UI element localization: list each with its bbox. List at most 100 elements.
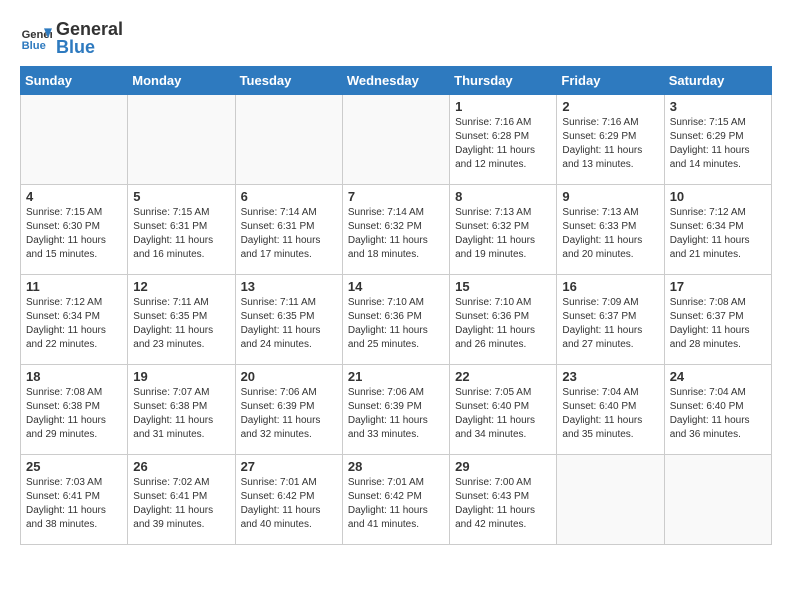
day-number: 12 [133,279,229,294]
calendar-cell: 12 Sunrise: 7:11 AM Sunset: 6:35 PM Dayli… [128,275,235,365]
day-number: 27 [241,459,337,474]
calendar-cell: 17 Sunrise: 7:08 AM Sunset: 6:37 PM Dayli… [664,275,771,365]
calendar-cell: 16 Sunrise: 7:09 AM Sunset: 6:37 PM Dayli… [557,275,664,365]
day-number: 7 [348,189,444,204]
calendar-cell: 28Sunrise: 7:01 AM Sunset: 6:42 PM Dayli… [342,455,449,545]
calendar-cell: 27 Sunrise: 7:01 AM Sunset: 6:42 PM Dayli… [235,455,342,545]
day-number: 3 [670,99,766,114]
calendar-cell: 19 Sunrise: 7:07 AM Sunset: 6:38 PM Dayli… [128,365,235,455]
day-info: Sunrise: 7:08 AM Sunset: 6:38 PM Dayligh… [26,386,122,442]
page-header: General Blue GeneralBlue [20,20,772,56]
day-number: 8 [455,189,551,204]
logo-text: GeneralBlue [56,20,123,56]
calendar-cell [342,95,449,185]
day-info: Sunrise: 7:13 AM Sunset: 6:32 PM Dayligh… [455,206,551,262]
day-info: Sunrise: 7:07 AM Sunset: 6:38 PM Dayligh… [133,386,229,442]
day-number: 14 [348,279,444,294]
day-info: Sunrise: 7:14 AM Sunset: 6:32 PM Dayligh… [348,206,444,262]
calendar-cell [128,95,235,185]
day-number: 24 [670,369,766,384]
calendar-cell: 29Sunrise: 7:00 AM Sunset: 6:43 PM Dayli… [450,455,557,545]
day-number: 21 [348,369,444,384]
day-info: Sunrise: 7:11 AM Sunset: 6:35 PM Dayligh… [241,296,337,352]
calendar-cell: 2 Sunrise: 7:16 AM Sunset: 6:29 PM Daylig… [557,95,664,185]
day-number: 13 [241,279,337,294]
day-info: Sunrise: 7:05 AM Sunset: 6:40 PM Dayligh… [455,386,551,442]
calendar-cell: 14 Sunrise: 7:10 AM Sunset: 6:36 PM Dayli… [342,275,449,365]
day-info: Sunrise: 7:16 AM Sunset: 6:28 PM Dayligh… [455,116,551,172]
day-info: Sunrise: 7:16 AM Sunset: 6:29 PM Dayligh… [562,116,658,172]
day-info: Sunrise: 7:04 AM Sunset: 6:40 PM Dayligh… [670,386,766,442]
calendar-cell: 5 Sunrise: 7:15 AM Sunset: 6:31 PM Daylig… [128,185,235,275]
day-info: Sunrise: 7:02 AM Sunset: 6:41 PM Dayligh… [133,476,229,532]
day-info: Sunrise: 7:09 AM Sunset: 6:37 PM Dayligh… [562,296,658,352]
calendar-cell [235,95,342,185]
calendar-cell [557,455,664,545]
calendar-cell: 18 Sunrise: 7:08 AM Sunset: 6:38 PM Dayli… [21,365,128,455]
svg-text:Blue: Blue [22,40,46,52]
day-number: 6 [241,189,337,204]
day-info: Sunrise: 7:15 AM Sunset: 6:30 PM Dayligh… [26,206,122,262]
calendar-cell: 8 Sunrise: 7:13 AM Sunset: 6:32 PM Daylig… [450,185,557,275]
day-number: 16 [562,279,658,294]
day-number: 4 [26,189,122,204]
day-number: 19 [133,369,229,384]
calendar-cell [21,95,128,185]
day-number: 2 [562,99,658,114]
day-number: 9 [562,189,658,204]
day-info: Sunrise: 7:10 AM Sunset: 6:36 PM Dayligh… [348,296,444,352]
day-number: 5 [133,189,229,204]
calendar-cell: 13 Sunrise: 7:11 AM Sunset: 6:35 PM Dayli… [235,275,342,365]
day-info: Sunrise: 7:10 AM Sunset: 6:36 PM Dayligh… [455,296,551,352]
day-info: Sunrise: 7:14 AM Sunset: 6:31 PM Dayligh… [241,206,337,262]
calendar-cell: 7 Sunrise: 7:14 AM Sunset: 6:32 PM Daylig… [342,185,449,275]
calendar-cell: 21Sunrise: 7:06 AM Sunset: 6:39 PM Dayli… [342,365,449,455]
logo-icon: General Blue [20,22,52,54]
calendar-cell: 3 Sunrise: 7:15 AM Sunset: 6:29 PM Daylig… [664,95,771,185]
day-header: Thursday [450,67,557,95]
day-info: Sunrise: 7:08 AM Sunset: 6:37 PM Dayligh… [670,296,766,352]
calendar-cell: 20 Sunrise: 7:06 AM Sunset: 6:39 PM Dayli… [235,365,342,455]
day-info: Sunrise: 7:01 AM Sunset: 6:42 PM Dayligh… [241,476,337,532]
day-number: 1 [455,99,551,114]
calendar-cell: 4 Sunrise: 7:15 AM Sunset: 6:30 PM Daylig… [21,185,128,275]
day-info: Sunrise: 7:15 AM Sunset: 6:31 PM Dayligh… [133,206,229,262]
calendar-cell: 9 Sunrise: 7:13 AM Sunset: 6:33 PM Daylig… [557,185,664,275]
calendar-cell: 6 Sunrise: 7:14 AM Sunset: 6:31 PM Daylig… [235,185,342,275]
day-info: Sunrise: 7:01 AM Sunset: 6:42 PM Dayligh… [348,476,444,532]
day-info: Sunrise: 7:00 AM Sunset: 6:43 PM Dayligh… [455,476,551,532]
day-number: 26 [133,459,229,474]
day-header: Sunday [21,67,128,95]
day-number: 25 [26,459,122,474]
day-number: 11 [26,279,122,294]
day-info: Sunrise: 7:11 AM Sunset: 6:35 PM Dayligh… [133,296,229,352]
calendar-cell: 11Sunrise: 7:12 AM Sunset: 6:34 PM Dayli… [21,275,128,365]
calendar-cell: 15 Sunrise: 7:10 AM Sunset: 6:36 PM Dayli… [450,275,557,365]
day-info: Sunrise: 7:15 AM Sunset: 6:29 PM Dayligh… [670,116,766,172]
day-number: 22 [455,369,551,384]
day-number: 10 [670,189,766,204]
day-info: Sunrise: 7:13 AM Sunset: 6:33 PM Dayligh… [562,206,658,262]
logo: General Blue GeneralBlue [20,20,123,56]
day-info: Sunrise: 7:12 AM Sunset: 6:34 PM Dayligh… [670,206,766,262]
day-info: Sunrise: 7:03 AM Sunset: 6:41 PM Dayligh… [26,476,122,532]
day-header: Monday [128,67,235,95]
calendar-cell: 25 Sunrise: 7:03 AM Sunset: 6:41 PM Dayli… [21,455,128,545]
day-header: Friday [557,67,664,95]
day-info: Sunrise: 7:04 AM Sunset: 6:40 PM Dayligh… [562,386,658,442]
day-number: 17 [670,279,766,294]
calendar-cell: 24 Sunrise: 7:04 AM Sunset: 6:40 PM Dayli… [664,365,771,455]
calendar-cell: 23 Sunrise: 7:04 AM Sunset: 6:40 PM Dayli… [557,365,664,455]
day-header: Saturday [664,67,771,95]
day-header: Tuesday [235,67,342,95]
calendar-cell: 10 Sunrise: 7:12 AM Sunset: 6:34 PM Dayli… [664,185,771,275]
calendar-cell: 22 Sunrise: 7:05 AM Sunset: 6:40 PM Dayli… [450,365,557,455]
day-header: Wednesday [342,67,449,95]
day-number: 23 [562,369,658,384]
calendar-table: SundayMondayTuesdayWednesdayThursdayFrid… [20,66,772,545]
day-number: 18 [26,369,122,384]
calendar-cell [664,455,771,545]
day-number: 15 [455,279,551,294]
day-info: Sunrise: 7:06 AM Sunset: 6:39 PM Dayligh… [241,386,337,442]
day-number: 20 [241,369,337,384]
